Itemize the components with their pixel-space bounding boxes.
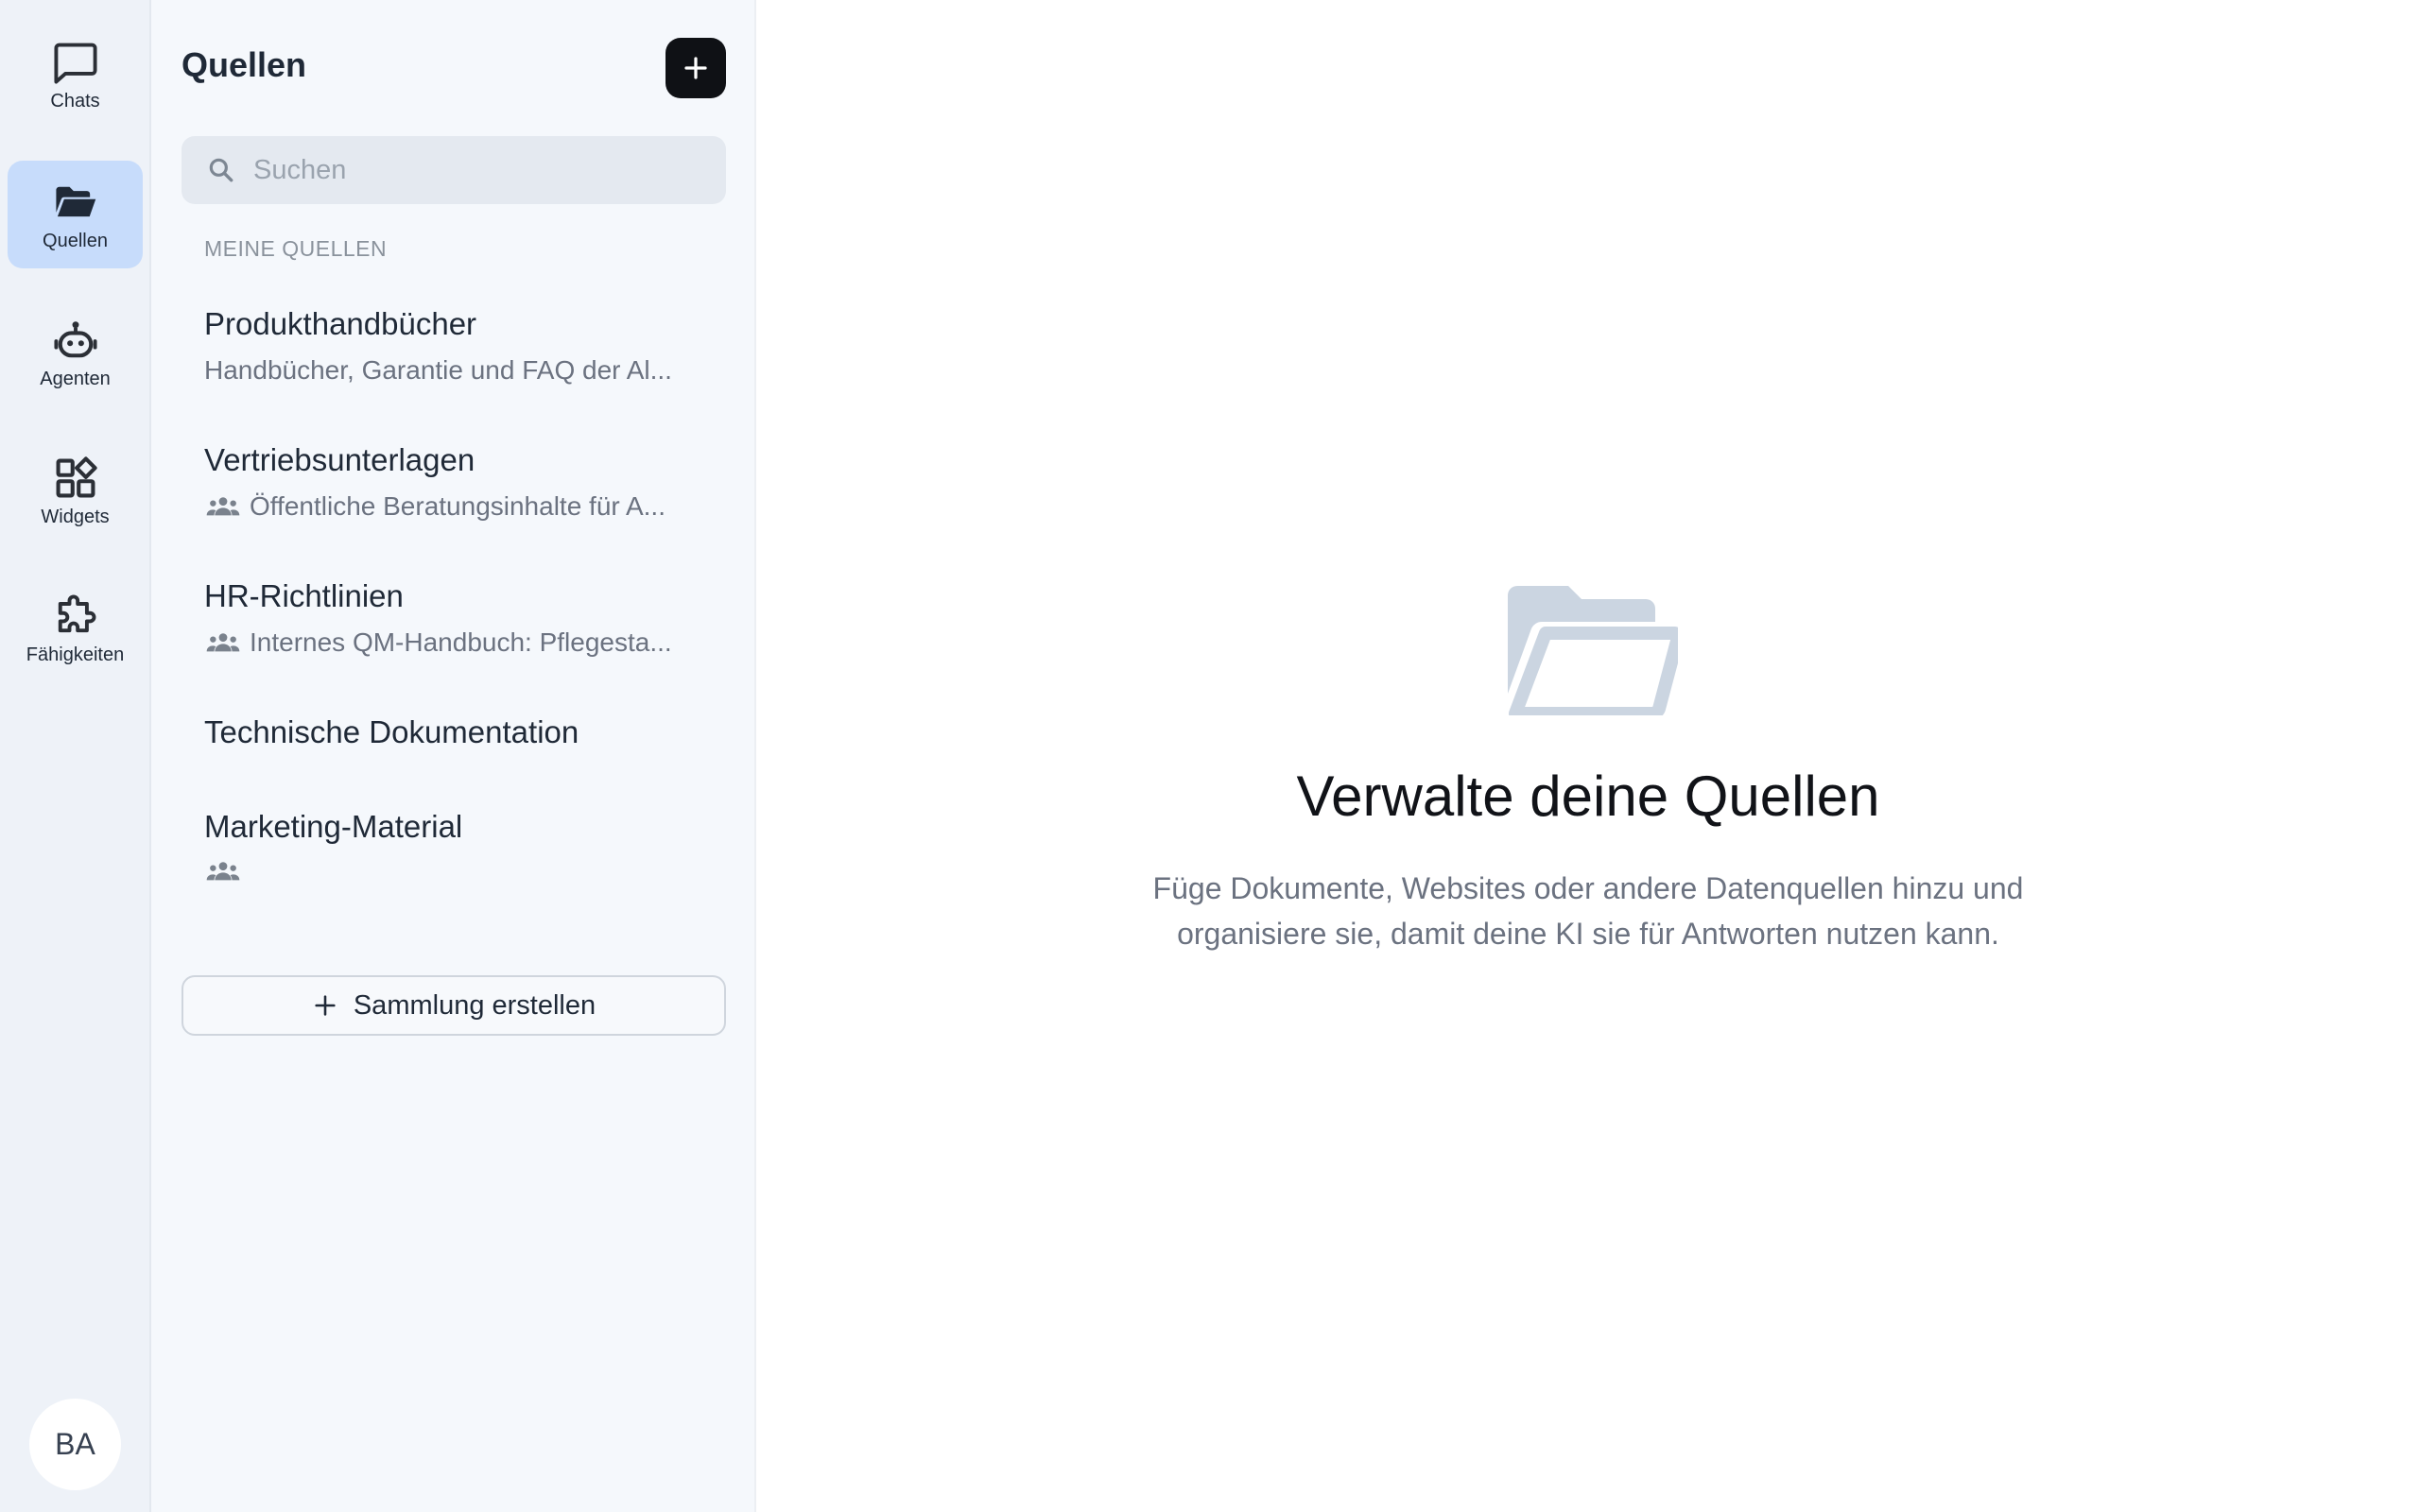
rail-label-faehigkeiten: Fähigkeiten bbox=[26, 644, 125, 665]
add-source-button[interactable] bbox=[666, 38, 726, 98]
empty-state-subtitle: Füge Dokumente, Websites oder andere Dat… bbox=[1068, 866, 2108, 956]
source-name: Vertriebsunterlagen bbox=[204, 442, 475, 477]
source-name: Technische Dokumentation bbox=[204, 714, 579, 749]
rail-label-agenten: Agenten bbox=[40, 368, 111, 389]
rail-item-chats[interactable]: Chats bbox=[8, 21, 143, 129]
panel-title: Quellen bbox=[182, 45, 307, 84]
group-icon bbox=[206, 497, 240, 516]
plus-icon bbox=[315, 995, 336, 1016]
rail-label-quellen: Quellen bbox=[43, 230, 108, 251]
user-avatar[interactable]: BA bbox=[29, 1399, 121, 1490]
group-icon bbox=[206, 633, 240, 652]
source-name: Marketing-Material bbox=[204, 809, 463, 844]
plus-icon bbox=[684, 57, 707, 79]
source-name: Produkthandbücher bbox=[204, 306, 477, 341]
rail-item-widgets[interactable]: Widgets bbox=[8, 437, 143, 544]
source-item-vertriebsunterlagen[interactable]: Vertriebsunterlagen Öffentliche Beratung… bbox=[182, 442, 726, 522]
source-description-text: Handbücher, Garantie und FAQ der Al... bbox=[204, 355, 672, 385]
create-collection-button[interactable]: Sammlung erstellen bbox=[182, 975, 726, 1036]
source-description-text: Internes QM-Handbuch: Pflegesta... bbox=[250, 627, 672, 657]
rail-item-quellen[interactable]: Quellen bbox=[8, 161, 143, 268]
empty-state-subtitle-line2: organisiere sie, damit deine KI sie für … bbox=[1177, 917, 1999, 951]
source-description: Öffentliche Beratungsinhalte für A... bbox=[204, 491, 711, 522]
section-label-my-sources: MEINE QUELLEN bbox=[204, 236, 388, 261]
nav-rail: Chats Quellen Agenten Widgets Fähigkeite… bbox=[0, 0, 151, 1512]
folder-open-icon bbox=[55, 186, 95, 216]
main-content: Verwalte deine Quellen Füge Dokumente, W… bbox=[756, 0, 2420, 1512]
source-description: Internes QM-Handbuch: Pflegesta... bbox=[204, 627, 711, 658]
rail-label-widgets: Widgets bbox=[41, 506, 110, 527]
rail-label-chats: Chats bbox=[50, 90, 100, 112]
source-description bbox=[204, 858, 711, 885]
search-icon bbox=[209, 158, 233, 182]
source-item-technische-dokumentation[interactable]: Technische Dokumentation bbox=[182, 714, 726, 750]
rail-item-faehigkeiten[interactable]: Fähigkeiten bbox=[8, 575, 143, 682]
robot-icon bbox=[53, 320, 97, 357]
sources-panel: Quellen MEINE QUELLEN Produkthandbücher … bbox=[151, 0, 756, 1512]
empty-state-subtitle-line1: Füge Dokumente, Websites oder andere Dat… bbox=[1152, 871, 2024, 905]
source-item-produkthandbuecher[interactable]: Produkthandbücher Handbücher, Garantie u… bbox=[182, 306, 726, 386]
source-name: HR-Richtlinien bbox=[204, 578, 404, 613]
chat-bubble-icon bbox=[53, 43, 97, 84]
create-collection-label: Sammlung erstellen bbox=[353, 989, 596, 1021]
search-box[interactable] bbox=[182, 136, 726, 204]
empty-state-title: Verwalte deine Quellen bbox=[1296, 765, 1880, 828]
rail-item-agenten[interactable]: Agenten bbox=[8, 299, 143, 406]
widgets-icon bbox=[56, 455, 97, 497]
group-icon bbox=[206, 862, 240, 881]
source-description-text: Öffentliche Beratungsinhalte für A... bbox=[250, 491, 666, 521]
source-item-hr-richtlinien[interactable]: HR-Richtlinien Internes QM-Handbuch: Pfl… bbox=[182, 578, 726, 658]
search-input[interactable] bbox=[251, 153, 705, 187]
source-item-marketing-material[interactable]: Marketing-Material bbox=[182, 809, 726, 885]
folder-open-icon bbox=[1508, 586, 1678, 715]
puzzle-icon bbox=[58, 594, 95, 632]
source-description: Handbücher, Garantie und FAQ der Al... bbox=[204, 355, 711, 386]
